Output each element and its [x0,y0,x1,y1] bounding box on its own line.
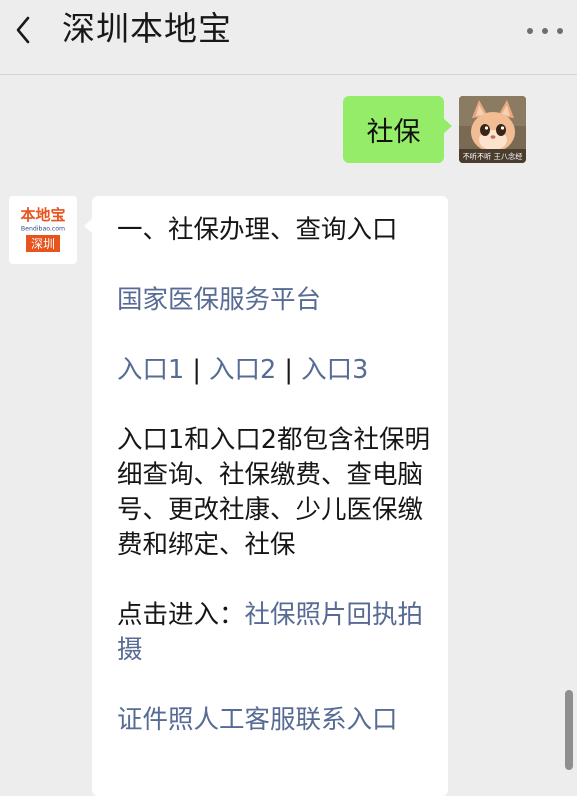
my-avatar[interactable]: 不听不听 王八念经 [459,96,526,163]
more-button[interactable] [527,24,563,38]
sender-avatar[interactable]: 本地宝 Bendibao.com 深圳 [9,196,77,264]
bendibao-logo-icon: 本地宝 Bendibao.com 深圳 [9,196,77,264]
entry-separator: | [184,355,210,385]
entry-3-link[interactable]: 入口3 [301,355,368,385]
avatar-city-text: 深圳 [31,237,55,251]
avatar-brand-text: 本地宝 [20,206,65,224]
chat-title: 深圳本地宝 [62,9,232,48]
avatar-domain-text: Bendibao.com [21,226,65,233]
click-entry-row: 点击进入：社保照片回执拍摄 [117,598,432,668]
chevron-left-icon [16,16,30,44]
scrollbar-thumb[interactable] [565,690,573,770]
back-button[interactable] [10,16,36,44]
click-entry-prefix: 点击进入： [117,600,245,630]
message-content: 一、社保办理、查询入口 国家医保服务平台 入口1 | 入口2 | 入口3 入口1… [117,213,432,773]
avatar-caption: 不听不听 王八念经 [463,152,523,161]
entry-separator: | [276,355,302,385]
service-contact-link[interactable]: 证件照人工客服联系入口 [117,705,398,735]
platform-link[interactable]: 国家医保服务平台 [117,285,321,315]
entry-2-link[interactable]: 入口2 [209,355,276,385]
more-dots-icon [527,28,533,34]
chat-header: 深圳本地宝 [0,0,577,75]
incoming-message-bubble: 一、社保办理、查询入口 国家医保服务平台 入口1 | 入口2 | 入口3 入口1… [84,196,448,796]
entry-1-link[interactable]: 入口1 [117,355,184,385]
outgoing-message-text: 社保 [366,117,421,148]
fox-sticker-avatar-icon: 不听不听 王八念经 [459,96,526,163]
outgoing-message-bubble[interactable]: 社保 [343,96,452,163]
entry-links-row: 入口1 | 入口2 | 入口3 [117,353,432,388]
entries-description: 入口1和入口2都包含社保明细查询、社保缴费、查电脑号、更改社康、少儿医保缴费和绑… [117,425,430,560]
message-heading: 一、社保办理、查询入口 [117,215,398,245]
